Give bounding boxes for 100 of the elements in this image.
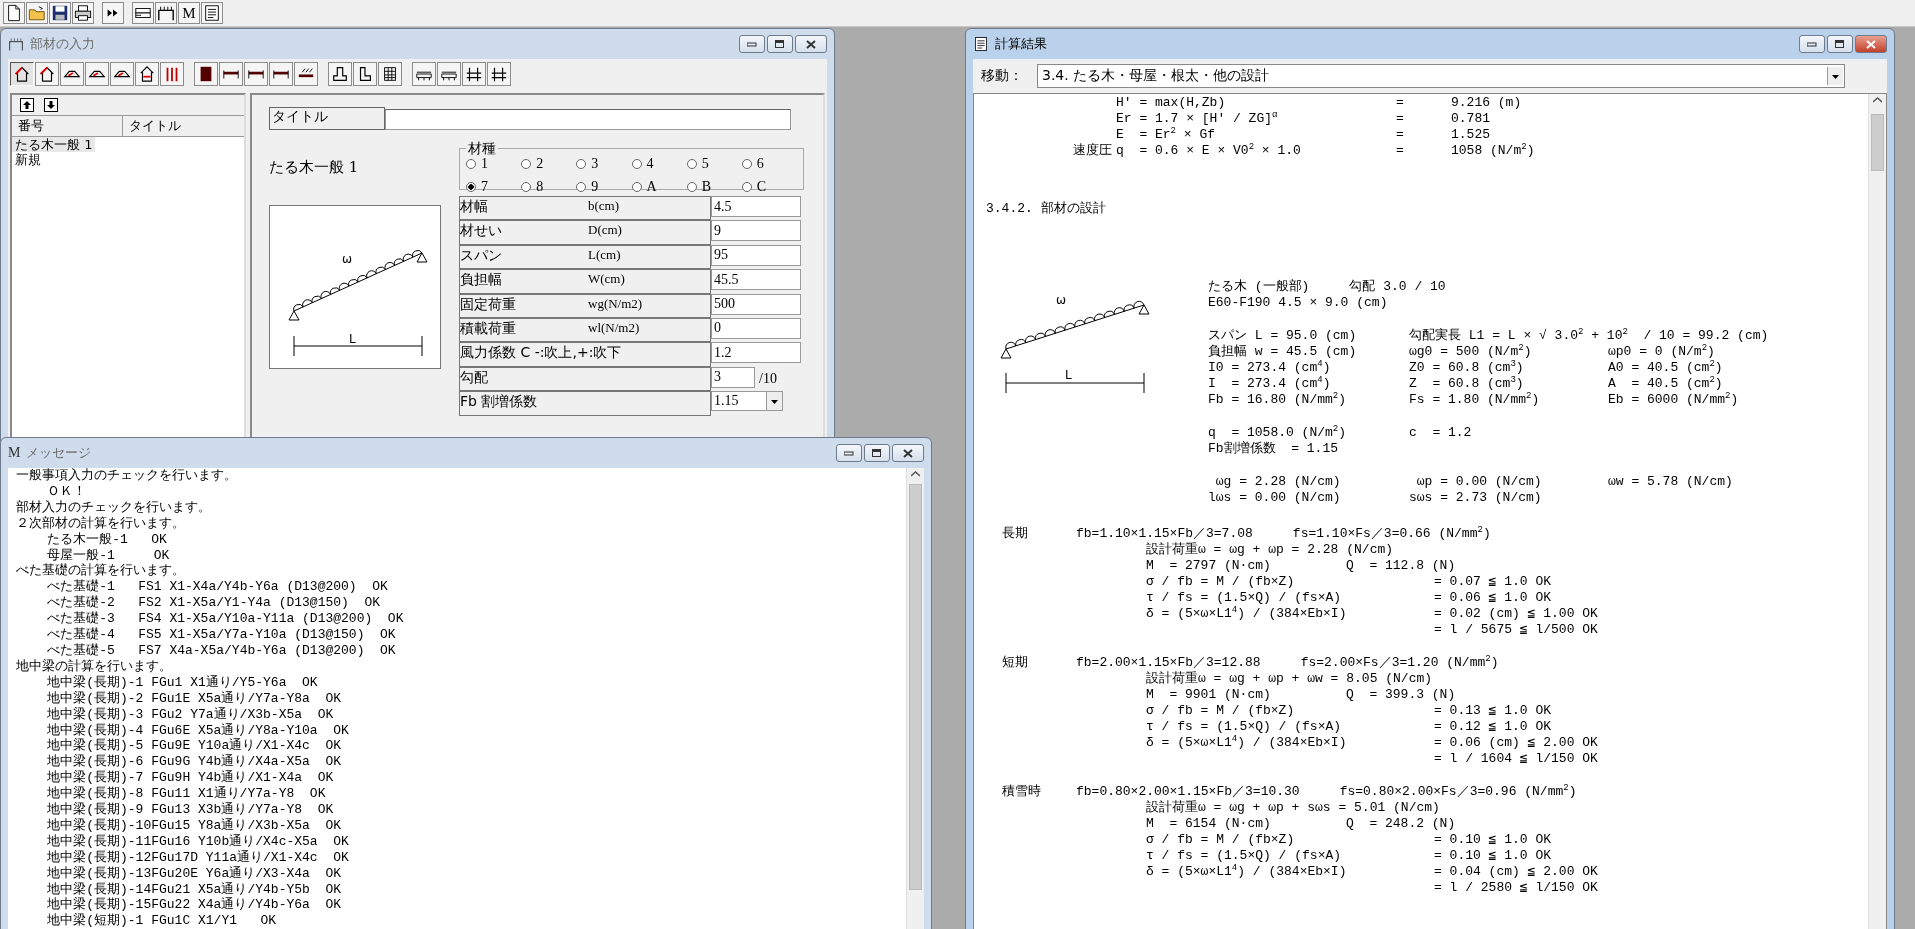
result-value: sωs = 2.73 (N/cm)	[1409, 490, 1542, 506]
message-line: 地中梁(長期)-6 FGu9G Y4b通り/X4a-X5a OK	[46, 754, 342, 770]
message-line: 一般事項入力のチェックを行います。	[16, 468, 237, 484]
formula-label: 速度圧	[1073, 143, 1113, 159]
equals-sign: =	[1396, 111, 1404, 127]
result-value: Fs = 1.80 (N/mm$^{2}$)	[1409, 392, 1541, 408]
field-label: 積載荷重	[459, 317, 588, 343]
formula-value: 9.216 (m)	[1451, 95, 1522, 111]
formula-value: 1058 (N/m$^{2}$)	[1451, 143, 1535, 159]
message-line: 地中梁(短期)-1 FGu1C X1/Y1 OK	[46, 913, 277, 929]
result-value: ωw = 5.78 (N/cm)	[1608, 474, 1733, 490]
check-text: δ = (5×ω×L1$^{4}$) / (384×Eb×I)	[1146, 864, 1348, 880]
message-line: 地中梁(長期)-7 FGu9H Y4b通り/X1-X4a OK	[46, 770, 334, 786]
check-text: τ / fs = (1.5×Q) / (fs×A)	[1146, 590, 1343, 606]
result-value: Z0 = 60.8 (cm$^{3}$)	[1409, 360, 1525, 376]
unit-label: wg(N/m2)	[588, 293, 711, 318]
message-line: 地中梁(長期)-9 FGu13 X3b通り/Y7a-Y8 OK	[46, 802, 334, 818]
check-text: 設計荷重ω = ωg + ωp = 2.28 (N/cm)	[1146, 542, 1394, 558]
result-value: c = 1.2	[1409, 425, 1472, 441]
result-value: ωg = 2.28 (N/cm)	[1214, 474, 1342, 490]
result-value: Fb割増係数 = 1.15	[1208, 441, 1338, 457]
message-line: ２次部材の計算を行います。	[16, 515, 185, 532]
field-label: 風力係数 C -:吹上,+:吹下	[459, 342, 711, 367]
spec-text: E60-F190 4.5 × 9.0 (cm)	[1208, 295, 1389, 311]
check-text: M = 9901 (N·cm)	[1146, 687, 1272, 703]
allowable-shear: fs=2.00×Fs／3=1.20 (N/mm$^{2}$)	[1300, 655, 1499, 671]
check-text: σ / fb = M / (fb×Z)	[1146, 574, 1296, 590]
result-value: A = 40.5 (cm$^{2}$)	[1608, 376, 1723, 392]
span-label: L	[349, 332, 356, 346]
check-text: 設計荷重ω = ωg + ωp + ωw = 8.05 (N/cm)	[1146, 671, 1433, 687]
formula-text: H' = max(H,Zb)	[1116, 95, 1226, 111]
unit-label: D(cm)	[588, 220, 711, 245]
check-text: = 0.06 (cm) ≦ 2.00 OK	[1434, 735, 1598, 751]
result-value: I = 273.4 (cm$^{4}$)	[1208, 376, 1332, 392]
formula-value: 1.525	[1451, 127, 1490, 143]
result-value: スパン L = 95.0 (cm)	[1208, 328, 1358, 344]
field-label: 勾配	[459, 366, 711, 392]
member-name: たる木 (一般部)	[1208, 279, 1310, 295]
span-label: L	[1065, 368, 1072, 382]
check-text: = 0.10 ≦ 1.0 OK	[1434, 848, 1552, 864]
message-line: 地中梁(長期)-5 FGu9E Y10a通り/X1-X4c OK	[46, 738, 342, 754]
result-value: A0 = 40.5 (cm$^{2}$)	[1608, 360, 1723, 376]
check-text: = 0.06 ≦ 1.0 OK	[1434, 590, 1552, 606]
message-line: べた基礎-3 FS4 X1-X5a/Y10a-Y11a (D13@200) OK	[46, 611, 404, 627]
window-title: メッセージ	[26, 444, 92, 462]
check-text: σ / fb = M / (fb×Z)	[1146, 703, 1296, 719]
message-line: 地中梁(長期)-3 FGu2 Y7a通り/X3b-X5a OK	[46, 706, 334, 723]
field-label: Fb 割増係数	[459, 391, 711, 416]
field-label: 負担幅	[459, 269, 588, 294]
result-value: I0 = 273.4 (cm$^{4}$)	[1208, 360, 1332, 376]
result-value: Fb = 16.80 (N/mm$^{2}$)	[1208, 392, 1348, 408]
message-line: 地中梁(長期)-14FGu21 X5a通り/Y4b-Y5b OK	[46, 881, 342, 897]
unit-label: /10	[758, 369, 777, 388]
unit-label: L(cm)	[588, 244, 711, 270]
check-text: = 0.07 ≦ 1.0 OK	[1434, 574, 1552, 590]
message-line: べた基礎-5 FS7 X4a-X5a/Y4b-Y6a (D13@200) OK	[46, 642, 396, 659]
section-heading: 3.4.2. 部材の設計	[986, 201, 1106, 217]
equals-sign: =	[1396, 143, 1404, 159]
message-line: 地中梁(長期)-11FGu16 Y10b通り/X4c-X5a OK	[46, 833, 349, 850]
formula-value: 0.781	[1451, 111, 1490, 127]
group-label: 材種	[467, 142, 497, 154]
message-line: べた基礎の計算を行います。	[16, 563, 185, 579]
message-line: ＯＫ！	[46, 483, 87, 500]
check-text: Q = 399.3 (N)	[1346, 687, 1456, 703]
window-title: 計算結果	[995, 35, 1047, 53]
message-line: 母屋一般-1 OK	[46, 547, 170, 563]
field-label: タイトル	[269, 107, 385, 130]
allowable-shear: fs=1.10×Fs／3=0.66 (N/mm$^{2}$)	[1292, 526, 1491, 542]
result-value: ωp = 0.00 (N/cm)	[1415, 474, 1543, 490]
check-text: = 0.12 ≦ 1.0 OK	[1434, 719, 1552, 735]
message-line: 地中梁(長期)-4 FGu6E X5a通り/Y8a-Y10a OK	[46, 722, 349, 738]
message-line: 地中梁(長期)-13FGu20E Y6a通り/X3-X4a OK	[46, 865, 342, 882]
check-text: = l / 1604 ≦ l/150 OK	[1434, 751, 1598, 767]
message-line: 地中梁(長期)-1 FGu1 X1通り/Y5-Y6a OK	[46, 674, 318, 691]
result-value: 勾配実長 L1 = L × √ 3.0$^{2}$ + 10$^{2}$ / 10 = 99.2 (cm)	[1409, 328, 1769, 344]
formula-text: q = 0.6 × E × V0$^{2}$ × 1.0	[1116, 143, 1301, 159]
result-value: ωp0 = 0 (N/m$^{2}$)	[1608, 344, 1715, 360]
check-text: Q = 248.2 (N)	[1346, 816, 1456, 832]
result-value: ωg0 = 500 (N/m$^{2}$)	[1409, 344, 1533, 360]
case-label: 積雪時	[1002, 784, 1042, 800]
message-line: べた基礎-1 FS1 X1-X4a/Y4b-Y6a (D13@200) OK	[46, 579, 388, 595]
load-label: ω	[342, 252, 353, 266]
check-text: = 0.02 (cm) ≦ 1.00 OK	[1434, 606, 1598, 622]
result-value: Z = 60.8 (cm$^{3}$)	[1409, 376, 1525, 392]
equals-sign: =	[1396, 127, 1404, 143]
member-heading: たる木一般 1	[269, 158, 360, 177]
message-line: 部材入力のチェックを行います。	[16, 499, 211, 516]
check-text: 設計荷重ω = ωg + ωp + sωs = 5.01 (N/cm)	[1146, 800, 1440, 816]
unit-label: W(cm)	[588, 269, 711, 294]
check-text: τ / fs = (1.5×Q) / (fs×A)	[1146, 848, 1343, 864]
check-text: M = 6154 (N·cm)	[1146, 816, 1272, 832]
message-line: たる木一般-1 OK	[46, 531, 167, 548]
check-text: δ = (5×ω×L1$^{4}$) / (384×Eb×I)	[1146, 606, 1348, 622]
message-line: べた基礎-4 FS5 X1-X5a/Y7a-Y10a (D13@150) OK	[46, 627, 396, 643]
formula-text: E = Er$^{2}$ × Gf	[1116, 127, 1216, 143]
message-line: 地中梁の計算を行います。	[16, 658, 172, 675]
slope-text: 勾配 3.0 / 10	[1349, 279, 1446, 295]
jump-label: 移動：	[981, 67, 1023, 85]
allowable-bending: fb=2.00×1.15×Fb／3=12.88	[1076, 655, 1261, 671]
load-label: ω	[1056, 293, 1067, 307]
